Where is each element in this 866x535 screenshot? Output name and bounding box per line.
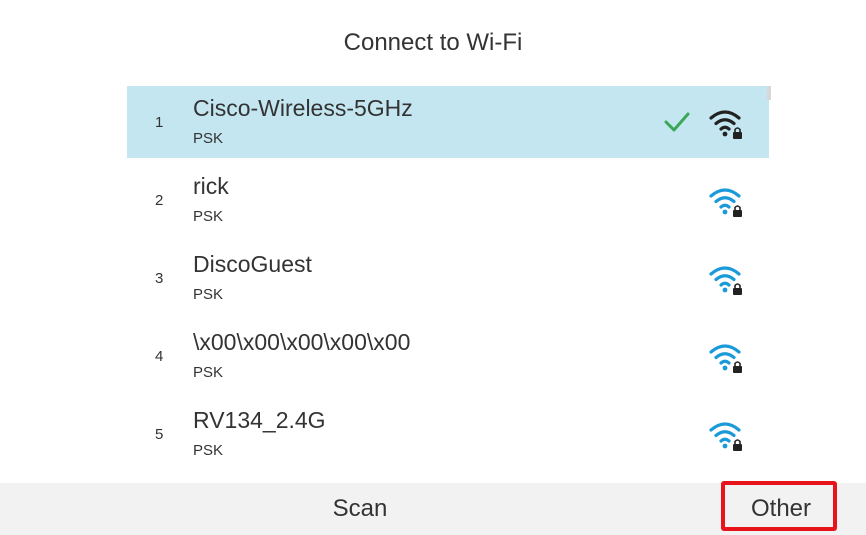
network-index: 4 (155, 348, 164, 365)
wifi-lock-icon (709, 188, 742, 217)
network-row-2[interactable]: 2 rick PSK (127, 164, 769, 236)
network-ssid: RV134_2.4G (193, 407, 326, 433)
network-security: PSK (193, 442, 224, 459)
network-row-1[interactable]: 1 Cisco-Wireless-5GHz PSK (127, 86, 769, 158)
network-index: 5 (155, 426, 164, 443)
network-ssid: \x00\x00\x00\x00\x00 (193, 329, 411, 355)
network-ssid: DiscoGuest (193, 251, 312, 277)
network-index: 2 (155, 192, 164, 209)
network-row-3[interactable]: 3 DiscoGuest PSK (127, 242, 769, 314)
wifi-network-list: 1 Cisco-Wireless-5GHz PSK 2 rick PSK 3 D… (127, 86, 769, 476)
scan-softkey[interactable]: Scan (200, 483, 520, 535)
network-security: PSK (193, 286, 224, 303)
network-ssid: Cisco-Wireless-5GHz (193, 95, 413, 121)
network-index: 3 (155, 270, 164, 287)
network-security: PSK (193, 364, 224, 381)
network-security: PSK (193, 208, 224, 225)
other-softkey[interactable]: Other (720, 483, 842, 535)
network-security: PSK (193, 130, 224, 147)
wifi-lock-icon (709, 344, 742, 373)
list-scrollbar[interactable] (767, 86, 771, 100)
wifi-lock-icon (709, 266, 742, 295)
network-row-4[interactable]: 4 \x00\x00\x00\x00\x00 PSK (127, 320, 769, 392)
network-row-5[interactable]: 5 RV134_2.4G PSK (127, 398, 769, 470)
wifi-lock-icon (709, 110, 742, 139)
screen-title: Connect to Wi-Fi (343, 29, 523, 56)
network-index: 1 (155, 114, 164, 131)
network-ssid: rick (193, 173, 229, 199)
checkmark-icon (664, 112, 690, 132)
wifi-lock-icon (709, 422, 742, 451)
softkey-bar: Scan Other (0, 483, 866, 535)
